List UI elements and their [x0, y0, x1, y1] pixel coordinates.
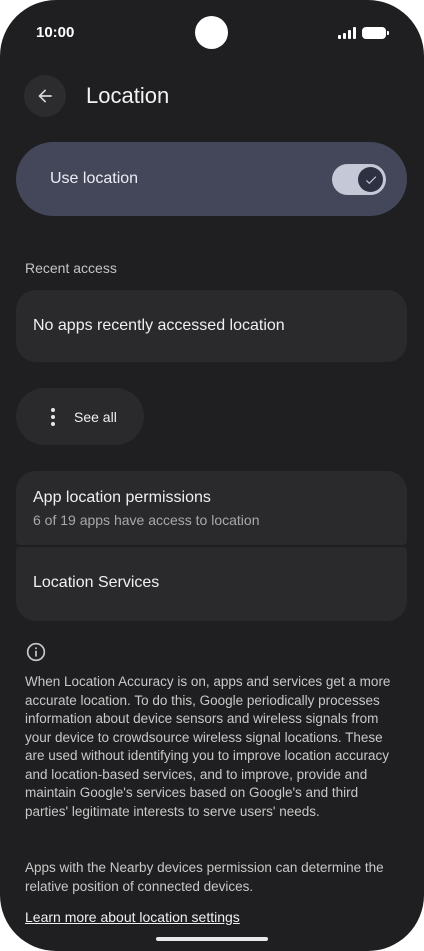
see-all-button[interactable]: See all [16, 388, 144, 445]
location-services-title: Location Services [33, 574, 160, 591]
arrow-left-icon [38, 89, 52, 103]
app-location-permissions-item[interactable]: App location permissions 6 of 19 apps ha… [16, 471, 407, 545]
camera-cutout [195, 16, 228, 49]
app-permissions-subtitle: 6 of 19 apps have access to location [33, 512, 260, 528]
location-accuracy-info: When Location Accuracy is on, apps and s… [25, 674, 391, 819]
recent-access-heading: Recent access [25, 260, 117, 276]
learn-more-link[interactable]: Learn more about location settings [25, 909, 240, 925]
home-indicator[interactable] [156, 937, 268, 941]
use-location-toggle[interactable] [332, 164, 386, 195]
see-all-label: See all [74, 409, 117, 425]
location-services-item[interactable]: Location Services [16, 547, 407, 621]
page-title: Location [86, 83, 170, 108]
phone-screen: 10:00 Location Use location Recent acces… [0, 0, 424, 951]
back-button[interactable] [24, 75, 66, 117]
signal-icon [338, 27, 356, 39]
more-vert-icon [51, 408, 55, 426]
recent-access-card: No apps recently accessed location [16, 290, 407, 362]
status-icons [338, 27, 389, 39]
use-location-card[interactable]: Use location [16, 142, 407, 216]
status-time: 10:00 [36, 24, 75, 41]
no-apps-text: No apps recently accessed location [33, 317, 285, 334]
info-icon [26, 642, 46, 662]
app-permissions-title: App location permissions [33, 489, 211, 506]
use-location-label: Use location [50, 170, 139, 187]
nearby-devices-info: Apps with the Nearby devices permission … [25, 860, 384, 894]
toggle-knob [358, 167, 383, 192]
check-icon [365, 175, 376, 184]
battery-icon [362, 27, 389, 39]
